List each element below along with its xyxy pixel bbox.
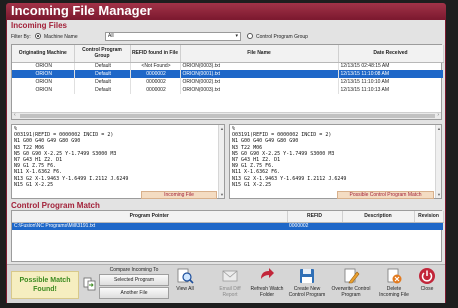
machine-name-label: Machine Name: [44, 34, 78, 40]
close-label: Close: [420, 286, 434, 292]
bottom-toolbar: Possible Match Found! Compare Incoming T…: [7, 264, 445, 303]
overwrite-control-program-label: Overwrite Control Program: [331, 286, 371, 298]
col-refid[interactable]: REFID found in File: [130, 45, 181, 63]
filter-select-value: All: [108, 33, 114, 39]
delete-incoming-file-label: Delete Incoming File: [379, 286, 409, 298]
match-file-text: % O03191(REFID = 0000002 INCID = 2) N1 G…: [232, 126, 347, 188]
table-row-selected[interactable]: ORION Default 0000002 ORION(0001).txt 12…: [12, 70, 444, 78]
table-row[interactable]: ORION Default <Not Found> ORION(0003).tx…: [12, 62, 444, 70]
overwrite-control-program-button[interactable]: Overwrite Control Program: [329, 267, 373, 302]
table-row[interactable]: ORION Default 0000002 ORION(0002).txt 12…: [12, 78, 444, 86]
cell-file: ORION(0001).txt: [180, 70, 339, 78]
power-icon: [419, 268, 435, 284]
refresh-icon: [261, 268, 274, 279]
col-refid[interactable]: REFID: [287, 211, 343, 223]
delete-incoming-file-button[interactable]: Delete Incoming File: [377, 267, 411, 302]
title-bar: Incoming File Manager: [6, 3, 446, 19]
create-new-control-program-label: Create New Control Program: [288, 286, 326, 298]
chevron-down-icon: ▾: [235, 33, 238, 39]
match-header-row: Program Pointer REFID Description Revisi…: [12, 211, 444, 223]
cell-machine: ORION: [12, 62, 75, 70]
cell-file: ORION(0003).txt: [180, 86, 339, 94]
filter-select[interactable]: All ▾: [105, 32, 241, 41]
col-control-program-group[interactable]: Control Program Group: [74, 45, 131, 63]
cell-refid: 0000002: [287, 222, 342, 230]
cell-description: [342, 222, 414, 230]
col-file-name[interactable]: File Name: [180, 45, 339, 63]
scroll-thumb[interactable]: [20, 114, 435, 118]
main-window: Incoming Files Filter By: Machine Name A…: [6, 19, 446, 303]
cell-group: Default: [74, 70, 131, 78]
match-pane-scrollbar[interactable]: ▲ ▼: [435, 125, 441, 198]
machine-name-radio[interactable]: [35, 33, 41, 39]
incoming-files-table: Originating Machine Control Program Grou…: [11, 44, 444, 120]
cell-machine: ORION: [12, 86, 75, 94]
col-program-pointer[interactable]: Program Pointer: [12, 211, 288, 223]
save-icon: [300, 269, 314, 283]
cell-program-pointer: C:\Fusion\NC Programs\Mill\3191.txt: [12, 222, 287, 230]
table-row[interactable]: ORION Default 0000002 ORION(0003).txt 12…: [12, 86, 444, 94]
col-revision[interactable]: Revision: [414, 211, 444, 223]
cell-refid: 0000002: [130, 78, 181, 86]
cell-refid: 0000002: [130, 70, 181, 78]
incoming-file-pane[interactable]: % O03191(REFID = 0000002 INCID = 2) N1 G…: [11, 124, 225, 199]
cell-refid: 0000002: [130, 86, 181, 94]
cell-file: ORION(0002).txt: [180, 78, 339, 86]
create-new-control-program-button[interactable]: Create New Control Program: [287, 267, 327, 302]
table-row-selected[interactable]: C:\Fusion\NC Programs\Mill\3191.txt 0000…: [12, 222, 443, 230]
horizontal-scrollbar[interactable]: ‹ ›: [12, 112, 441, 119]
filter-row: Filter By: Machine Name All ▾ Control Pr…: [11, 31, 441, 43]
delete-file-icon: [387, 268, 402, 284]
col-date-received[interactable]: Date Received: [338, 45, 444, 63]
scroll-right-icon[interactable]: ›: [437, 112, 439, 118]
match-file-pane[interactable]: % O03191(REFID = 0000002 INCID = 2) N1 G…: [229, 124, 442, 199]
view-all-button[interactable]: View All: [173, 267, 197, 302]
compare-caption: Compare Incoming To: [109, 267, 159, 273]
compare-selected-program-button[interactable]: Selected Program: [99, 274, 169, 286]
possible-match-found-label: Possible Match Found!: [11, 271, 79, 299]
email-icon: [222, 270, 238, 282]
cell-group: Default: [74, 78, 131, 86]
col-originating-machine[interactable]: Originating Machine: [12, 45, 75, 63]
scroll-down-icon[interactable]: ▼: [437, 192, 441, 197]
close-button[interactable]: Close: [413, 267, 441, 302]
control-program-group-label: Control Program Group: [256, 34, 308, 40]
compare-group: Compare Incoming To Selected Program Ano…: [99, 266, 169, 301]
cell-group: Default: [74, 86, 131, 94]
incoming-file-tag: Incoming File: [141, 191, 217, 199]
cell-date: 12/13/15 02:48:15 AM: [338, 62, 444, 70]
scroll-up-icon[interactable]: ▲: [220, 126, 224, 131]
cell-machine: ORION: [12, 78, 75, 86]
view-all-label: View All: [176, 286, 194, 292]
cell-machine: ORION: [12, 70, 75, 78]
scroll-up-icon[interactable]: ▲: [437, 126, 441, 131]
cell-file: ORION(0003).txt: [180, 62, 339, 70]
email-diff-report-label: Email Diff Report: [219, 286, 241, 298]
control-program-group-radio[interactable]: [247, 33, 253, 39]
compare-another-file-button[interactable]: Another File: [99, 287, 169, 299]
email-diff-report-button[interactable]: Email Diff Report: [215, 267, 245, 302]
possible-match-tag: Possible Control Program Match: [337, 191, 434, 199]
compare-icon: [83, 277, 96, 291]
window-title: Incoming File Manager: [11, 3, 152, 18]
cell-date: 12/13/15 11:10:08 AM: [338, 70, 444, 78]
cell-refid: <Not Found>: [130, 62, 181, 70]
incoming-pane-scrollbar[interactable]: ▲ ▼: [218, 125, 224, 198]
edit-icon: [344, 268, 360, 284]
scroll-down-icon[interactable]: ▼: [220, 192, 224, 197]
incoming-file-text: % O03191(REFID = 0000002 INCID = 2) N1 G…: [14, 126, 129, 188]
cell-date: 12/13/15 11:10:13 AM: [338, 86, 444, 94]
refresh-watch-folder-button[interactable]: Refresh Watch Folder: [249, 267, 285, 302]
cell-revision: [414, 222, 443, 230]
scroll-left-icon[interactable]: ‹: [14, 112, 16, 118]
view-all-icon: [177, 268, 194, 284]
filter-label: Filter By:: [11, 34, 31, 40]
control-program-match-table: Program Pointer REFID Description Revisi…: [11, 210, 444, 262]
cell-date: 12/13/15 11:10:10 AM: [338, 78, 444, 86]
cell-group: Default: [74, 62, 131, 70]
refresh-watch-folder-label: Refresh Watch Folder: [250, 286, 284, 298]
col-description[interactable]: Description: [342, 211, 415, 223]
incoming-files-heading: Incoming Files: [11, 21, 68, 30]
incoming-header-row: Originating Machine Control Program Grou…: [12, 45, 444, 63]
